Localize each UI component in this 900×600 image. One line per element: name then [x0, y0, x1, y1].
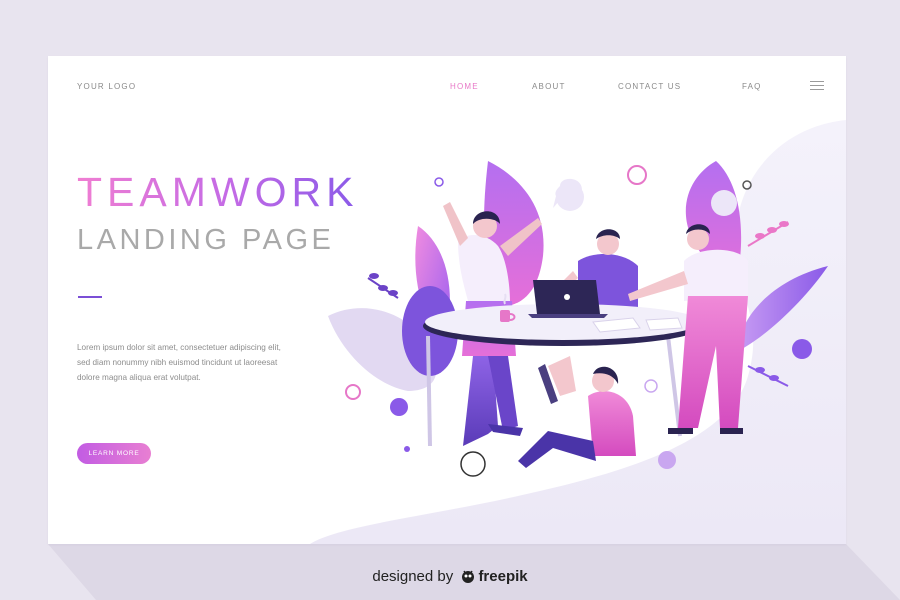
- teamwork-illustration: [328, 161, 828, 477]
- laptop: [528, 280, 608, 318]
- freepik-logo-icon: [462, 570, 475, 583]
- credit-prefix: designed by: [372, 568, 454, 585]
- credit-brand[interactable]: freepik: [478, 568, 527, 585]
- leaf-right-big: [738, 266, 828, 351]
- landing-page: YOUR LOGO HOME ABOUT CONTACT US FAQ TEAM…: [48, 56, 846, 544]
- plant-sprig-left: [367, 273, 399, 299]
- designer-credit: designed by freepik: [0, 568, 900, 585]
